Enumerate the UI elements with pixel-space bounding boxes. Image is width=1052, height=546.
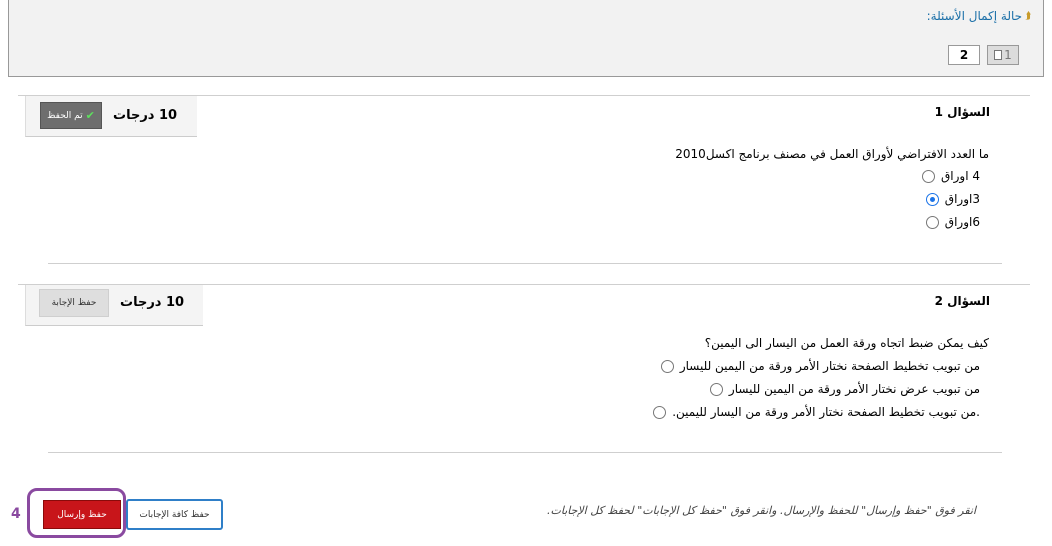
double-chevron-up-icon: ⮭	[1025, 10, 1031, 22]
status-title-text[interactable]: حالة إكمال الأسئلة:	[927, 9, 1022, 23]
question-2-option-3[interactable]: .من تبويب تخطيط الصفحة نختار الأمر ورقة …	[653, 405, 980, 419]
question-1-header: السؤال 1	[934, 105, 990, 119]
radio-button[interactable]	[660, 359, 674, 373]
question-2-option-1[interactable]: من تبويب تخطيط الصفحة نختار الأمر ورقة م…	[660, 359, 980, 373]
question-1-option-3[interactable]: 6اوراق	[925, 215, 980, 229]
question-1-option-2[interactable]: 3اوراق	[925, 192, 980, 206]
question-nav-1[interactable]: 1	[987, 45, 1019, 65]
radio-button-selected[interactable]	[925, 192, 939, 206]
question-completion-status-panel: ⮭ حالة إكمال الأسئلة: 2 1	[8, 0, 1044, 77]
question-2-text: كيف يمكن ضبط اتجاه ورقة العمل من اليسار …	[704, 336, 989, 350]
radio-button[interactable]	[921, 169, 935, 183]
question-1-saved-button[interactable]: تم الحفظ ✔	[40, 102, 102, 129]
question-1-grade: 10 درجات	[113, 108, 178, 123]
question-1-option-1[interactable]: 4 اوراق	[921, 169, 980, 183]
radio-button[interactable]	[709, 382, 723, 396]
question-1-text: ما العدد الافتراضي لأوراق العمل في مصنف …	[675, 147, 989, 161]
question-2-header: السؤال 2	[934, 294, 990, 308]
question-2-save-answer-button[interactable]: حفظ الإجابة	[39, 289, 109, 317]
save-all-answers-button[interactable]: حفظ كافة الإجابات	[126, 499, 223, 530]
radio-button[interactable]	[653, 405, 667, 419]
divider	[48, 452, 1002, 453]
annotation-step-number: 4	[11, 506, 21, 522]
submit-hint-text: انقر فوق "حفظ وإرسال" للحفظ والإرسال. وا…	[546, 504, 976, 517]
status-title[interactable]: ⮭ حالة إكمال الأسئلة:	[927, 9, 1031, 23]
save-and-submit-button[interactable]: حفظ وإرسال	[43, 500, 121, 529]
document-icon	[994, 50, 1003, 60]
question-1-grade-box: تم الحفظ ✔ 10 درجات	[25, 96, 197, 137]
divider	[48, 263, 1002, 264]
question-2-option-2[interactable]: من تبويب عرض نختار الأمر ورقة من اليمين …	[709, 382, 980, 396]
question-2-grade: 10 درجات	[120, 295, 185, 310]
radio-button[interactable]	[925, 215, 939, 229]
question-nav-2[interactable]: 2	[948, 45, 980, 65]
checkmark-icon: ✔	[85, 109, 95, 122]
question-navigator: 2 1	[948, 45, 1019, 65]
question-2-grade-box: حفظ الإجابة 10 درجات	[25, 285, 203, 326]
